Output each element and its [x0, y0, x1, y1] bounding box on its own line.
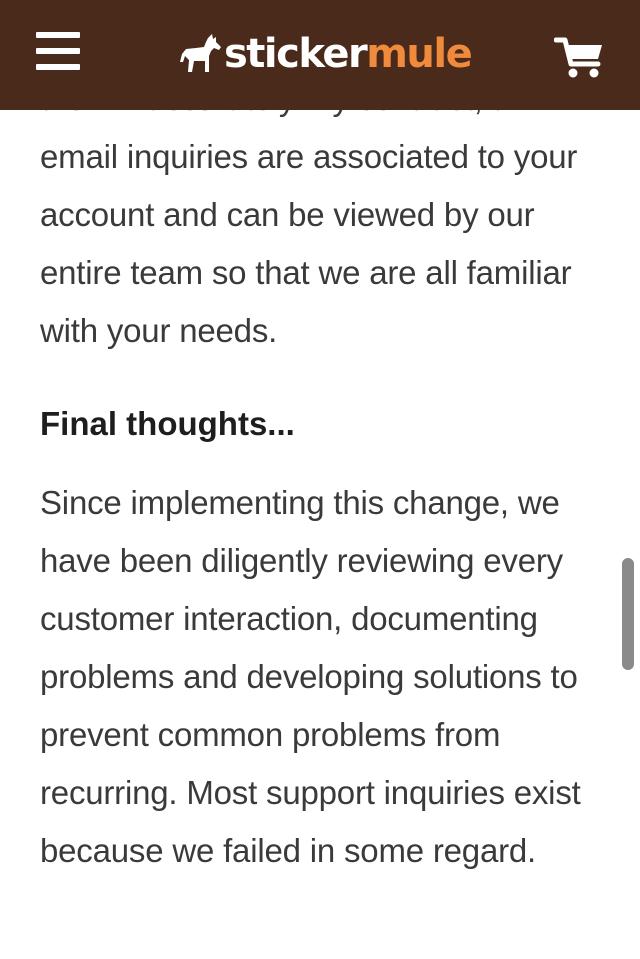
scrollbar-thumb[interactable]: [622, 558, 634, 670]
shopping-cart-icon[interactable]: [553, 36, 606, 80]
top-navigation-bar: stickermule: [0, 0, 640, 110]
brand-name: stickermule: [224, 31, 473, 77]
hamburger-menu-icon[interactable]: [36, 30, 82, 74]
sticker-mule-logo[interactable]: stickermule: [178, 28, 473, 80]
article-paragraph: them inaccurately. By contrast, all emai…: [40, 80, 578, 349]
article-body: them inaccurately. By contrast, all emai…: [40, 70, 610, 880]
mule-icon: [180, 34, 221, 72]
page: them inaccurately. By contrast, all emai…: [0, 0, 640, 959]
section-heading: Final thoughts...: [40, 405, 295, 442]
article-paragraph: Since implementing this change, we have …: [40, 484, 581, 869]
